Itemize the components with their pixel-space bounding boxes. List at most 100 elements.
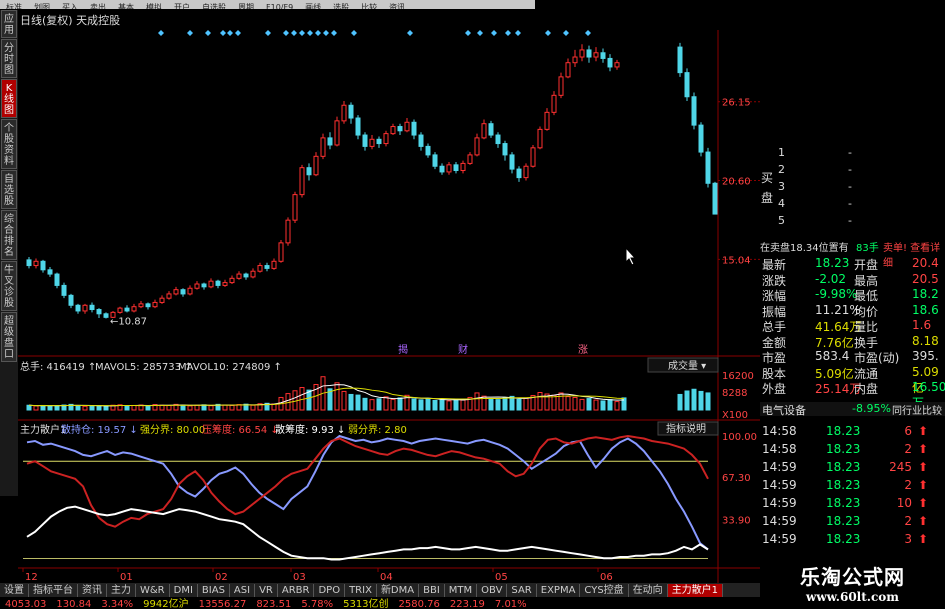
indicator-tab-3[interactable]: 主力 xyxy=(107,584,136,597)
volume-bar xyxy=(684,390,690,411)
left-tab-4[interactable]: 自 选 股 xyxy=(1,170,17,209)
volume-bar xyxy=(558,392,564,411)
candle xyxy=(40,259,46,273)
tick-up-arrow-icon: ⬆ xyxy=(918,460,929,474)
volume-bar xyxy=(362,397,368,411)
indicator-tab-9[interactable]: ARBR xyxy=(278,584,315,597)
left-tab-2[interactable]: K 线 图 xyxy=(1,79,17,118)
menu-item-1[interactable]: 划图 xyxy=(28,3,56,9)
volume-bar xyxy=(439,398,445,411)
quote-row: 外盘25.14万内盘16.50万 xyxy=(760,380,945,410)
volume-bar xyxy=(306,389,312,411)
candle xyxy=(250,268,256,279)
indicator-tab-5[interactable]: DMI xyxy=(170,584,198,597)
candle xyxy=(383,130,389,147)
status-item: 2580.76 xyxy=(398,599,440,609)
volume-bar xyxy=(54,405,60,411)
candle xyxy=(397,123,403,136)
mouse-cursor-icon xyxy=(625,246,637,266)
menu-item-13[interactable]: 资讯 xyxy=(383,3,411,9)
indicator-tab-15[interactable]: OBV xyxy=(477,584,508,597)
sector-name: 电气设备 xyxy=(762,404,806,417)
menu-item-7[interactable]: 自选股 xyxy=(196,3,232,9)
chart-area[interactable]: 26.15 20.60 15.04 ←10.87 揭 财 涨总手: 416419 ↑ MAVO… xyxy=(18,10,760,583)
menu-item-9[interactable]: F10/F9 xyxy=(260,3,299,9)
menu-item-0[interactable]: 标准 xyxy=(0,3,28,9)
candle xyxy=(684,68,690,101)
menu-item-3[interactable]: 卖出 xyxy=(84,3,112,9)
candle xyxy=(418,132,424,151)
indicator-tab-14[interactable]: MTM xyxy=(445,584,478,597)
quote-value-right: 20.5 xyxy=(912,271,939,286)
indicator-tab-1[interactable]: 指标平台 xyxy=(29,584,78,597)
indicator-tab-17[interactable]: EXPMA xyxy=(537,584,581,597)
tick-up-arrow-icon: ⬆ xyxy=(918,424,929,438)
indicator-tab-0[interactable]: 设置 xyxy=(0,584,29,597)
indicator-tab-19[interactable]: 在动向 xyxy=(629,584,668,597)
left-tab-0[interactable]: 应 用 xyxy=(1,10,17,38)
menu-item-8[interactable]: 周期 xyxy=(232,3,260,9)
indicator-tab-2[interactable]: 资讯 xyxy=(78,584,107,597)
signal-diamond xyxy=(465,30,471,36)
tick-price: 18.23 xyxy=(826,532,861,546)
volume-bar xyxy=(341,390,347,411)
left-tab-5[interactable]: 综 合 排 名 xyxy=(1,210,17,260)
menu-item-5[interactable]: 模拟 xyxy=(140,3,168,9)
volume-unit-label: X100 xyxy=(722,410,748,421)
candle xyxy=(572,49,578,67)
indicator-tab-16[interactable]: SAR xyxy=(507,584,537,597)
left-tab-7[interactable]: 超 级 盘 口 xyxy=(1,312,17,362)
candle xyxy=(404,118,410,133)
indicator-tab-20[interactable]: 主力散户1 xyxy=(667,584,724,597)
volume-bar xyxy=(355,394,361,411)
indicator-header-item: 主力散户1 xyxy=(20,423,66,436)
tick-time: 14:58 xyxy=(762,442,797,456)
event-marker[interactable]: 涨 xyxy=(578,344,588,356)
indicator-tab-12[interactable]: 新DMA xyxy=(377,584,420,597)
menu-item-6[interactable]: 开户 xyxy=(168,3,196,9)
signal-diamond xyxy=(205,30,211,36)
menu-item-4[interactable]: 基本 xyxy=(112,3,140,9)
indicator-tab-7[interactable]: ASI xyxy=(230,584,256,597)
menu-item-10[interactable]: 画线 xyxy=(299,3,327,9)
indicator-tab-4[interactable]: W&R xyxy=(136,584,170,597)
indicator-tab-13[interactable]: BBI xyxy=(419,584,445,597)
indicator-help-label: 指标说明 xyxy=(666,422,706,435)
left-tab-1[interactable]: 分 时 图 xyxy=(1,39,17,78)
menu-item-2[interactable]: 买入 xyxy=(56,3,84,9)
tick-up-arrow-icon: ⬆ xyxy=(918,532,929,546)
indicator-tab-8[interactable]: VR xyxy=(255,584,278,597)
tick-row: 14:59 18.23 2 ⬆ xyxy=(760,478,945,496)
event-marker[interactable]: 财 xyxy=(458,343,468,356)
indicator-tab-11[interactable]: TRIX xyxy=(345,584,377,597)
candle xyxy=(201,282,207,290)
candle xyxy=(33,258,39,269)
status-item: 823.51 xyxy=(256,599,292,609)
sector-compare-button[interactable]: 同行业比较 xyxy=(892,402,942,417)
candle xyxy=(54,272,60,289)
left-tab-6[interactable]: 牛 叉 诊 股 xyxy=(1,261,17,311)
candle xyxy=(166,291,172,300)
indicator-tab-6[interactable]: BIAS xyxy=(198,584,230,597)
event-marker[interactable]: 揭 xyxy=(398,343,408,356)
candle xyxy=(614,59,620,70)
status-item: 13556.27 xyxy=(198,599,247,609)
quote-value: 5.09亿 xyxy=(815,366,854,381)
indicator-tab-18[interactable]: CYS控盘 xyxy=(580,584,629,597)
candle xyxy=(334,116,340,147)
left-tab-3[interactable]: 个 股 资 料 xyxy=(1,119,17,169)
quote-label-right: 均价 xyxy=(854,304,879,319)
volume-bar xyxy=(250,404,256,411)
menu-item-11[interactable]: 选股 xyxy=(327,3,355,9)
tick-price: 18.23 xyxy=(826,424,861,438)
candle xyxy=(236,271,242,280)
menu-item-12[interactable]: 比较 xyxy=(355,3,383,9)
indicator-tab-10[interactable]: DPO xyxy=(314,584,346,597)
volume-bar xyxy=(159,404,165,411)
tick-volume: 2 xyxy=(904,514,912,528)
quote-value: 583.4 xyxy=(815,349,850,363)
quote-label-right: 最低 xyxy=(854,289,879,303)
signal-diamond xyxy=(407,30,413,36)
tick-time: 14:59 xyxy=(762,514,797,528)
volume-bar xyxy=(453,398,459,411)
